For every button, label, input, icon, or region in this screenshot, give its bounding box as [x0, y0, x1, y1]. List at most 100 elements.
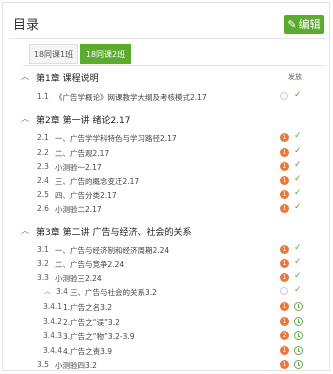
task-count-badge: 1	[280, 204, 289, 213]
task-count-badge: 1	[280, 317, 289, 326]
item-title: 二、广告观2.17	[55, 149, 110, 158]
item-number: 3.1	[37, 245, 49, 254]
task-count-badge: 1	[280, 302, 289, 311]
item-number: 2.4	[37, 176, 49, 185]
list-item[interactable]: 2.3 小测验一2.17 1 ✓	[3, 160, 331, 174]
header-divider	[9, 38, 327, 39]
check-icon[interactable]: ✓	[294, 271, 302, 281]
item-number: 2.6	[37, 204, 49, 213]
check-icon[interactable]: ✓	[294, 146, 302, 156]
status-empty-icon	[280, 92, 288, 100]
list-item[interactable]: 3.4.3 3.广告之“物”3.2-3.9 2	[3, 329, 331, 343]
item-title: 2.广告之“误”3.2	[63, 318, 120, 327]
chapter-title: 第2章 第一讲 绪论2.17	[36, 116, 131, 126]
task-count-badge: 1	[280, 162, 289, 171]
list-item[interactable]: 2.5 四、广告分类2.17 1 ✓	[3, 188, 331, 202]
task-count-badge: 1	[280, 176, 289, 185]
item-title: 三、广告的概念变迁2.17	[55, 177, 140, 186]
tabs-divider	[23, 65, 326, 66]
edit-button[interactable]: ✎ 编辑	[284, 15, 324, 34]
list-item[interactable]: 1.1 《广告学概论》网课教学大纲及考核模式2.17 ✓	[3, 90, 331, 104]
tab-class-2[interactable]: 18同课2班	[80, 44, 131, 64]
chapter-header: ︿ 第3章 第二讲 广告与经济、社会的关系	[3, 225, 331, 239]
list-item[interactable]: 2.2 二、广告观2.17 1 ✓	[3, 146, 331, 160]
chapter-title: 第3章 第二讲 广告与经济、社会的关系	[36, 228, 192, 238]
clock-icon[interactable]	[294, 317, 303, 326]
chevron-up-icon[interactable]: ︿	[21, 113, 31, 124]
list-item[interactable]: 3.5 小测验四3.2 1	[3, 358, 331, 372]
item-title: 3.广告之“物”3.2-3.9	[63, 332, 135, 341]
page-title: 目录	[13, 18, 40, 33]
task-count-badge: 1	[280, 245, 289, 254]
task-count-badge: 1	[280, 133, 289, 142]
check-icon[interactable]: ✓	[294, 160, 302, 170]
chapter-header: ︿ 第2章 第一讲 绪论2.17	[3, 113, 331, 127]
check-icon[interactable]: ✓	[294, 257, 302, 267]
task-count-badge: 1	[280, 346, 289, 355]
chapter-title: 第1章 课程说明	[36, 74, 99, 84]
item-title: 小测验三2.24	[55, 274, 102, 283]
task-count-badge: 1	[280, 190, 289, 199]
list-item[interactable]: 2.6 小测验二2.17 1 ✓	[3, 202, 331, 216]
list-item[interactable]: ︿ 3.4 三、广告与社会的关系3.2 ✓	[3, 285, 331, 299]
list-item[interactable]: 3.4.4 4.广告之责3.9 1	[3, 344, 331, 358]
list-item[interactable]: 3.2 二、广告与竞争2.24 1 ✓	[3, 257, 331, 271]
task-count-badge: 1	[280, 273, 289, 282]
check-icon[interactable]: ✓	[294, 202, 302, 212]
item-title: 1.广告之名3.2	[63, 303, 113, 312]
item-title: 四、广告分类2.17	[55, 191, 117, 200]
item-number: 3.4.3	[43, 331, 63, 340]
check-icon[interactable]: ✓	[294, 90, 302, 100]
check-icon[interactable]: ✓	[294, 285, 302, 295]
list-item[interactable]: 3.4.1 1.广告之名3.2 1	[3, 300, 331, 314]
item-number: 2.3	[37, 162, 49, 171]
item-title: 《广告学概论》网课教学大纲及考核模式2.17	[55, 93, 207, 102]
item-number: 3.5	[37, 360, 49, 369]
chevron-up-icon[interactable]: ︿	[21, 71, 31, 82]
item-title: 小测验一2.17	[55, 163, 102, 172]
item-number: 2.1	[37, 133, 49, 142]
clock-icon[interactable]	[294, 360, 303, 369]
tab-class-1[interactable]: 18同课1班	[29, 44, 78, 64]
check-icon[interactable]: ✓	[294, 188, 302, 198]
list-item[interactable]: 3.1 一、广告与经济制和经济周期2.24 1 ✓	[3, 243, 331, 257]
item-number: 1.1	[37, 92, 49, 101]
task-count-badge: 2	[280, 331, 289, 340]
chevron-up-icon[interactable]: ︿	[44, 286, 51, 296]
chevron-up-icon[interactable]: ︿	[21, 225, 31, 236]
item-title: 一、广告与经济制和经济周期2.24	[55, 246, 170, 255]
item-number: 3.4.1	[43, 302, 63, 311]
item-number: 3.3	[37, 273, 49, 282]
item-number: 2.2	[37, 148, 49, 157]
clock-icon[interactable]	[294, 331, 303, 340]
item-number: 2.5	[37, 190, 49, 199]
item-title: 二、广告与竞争2.24	[55, 260, 125, 269]
item-number: 3.4	[56, 287, 68, 296]
clock-icon[interactable]	[294, 346, 303, 355]
list-item[interactable]: 3.3 小测验三2.24 1 ✓	[3, 271, 331, 285]
task-count-badge: 1	[280, 259, 289, 268]
item-number: 3.2	[37, 259, 49, 268]
pencil-icon: ✎	[287, 18, 297, 31]
clock-icon[interactable]	[294, 302, 303, 311]
item-title: 4.广告之责3.9	[63, 347, 113, 356]
item-title: 一、广告学学科特色与学习路径2.17	[55, 134, 177, 143]
list-item[interactable]: 2.4 三、广告的概念变迁2.17 1 ✓	[3, 174, 331, 188]
edit-button-label: 编辑	[298, 18, 321, 31]
item-title: 小测验二2.17	[55, 205, 102, 214]
item-number: 3.4.4	[43, 346, 63, 355]
catalog-panel: 目录 ✎ 编辑 18同课1班 18同课2班 ︿ 第1章 课程说明 发放 1.1 《…	[2, 2, 330, 371]
chapter-header: ︿ 第1章 课程说明 发放	[3, 71, 331, 85]
list-item[interactable]: 2.1 一、广告学学科特色与学习路径2.17 1 ✓	[3, 131, 331, 145]
list-item[interactable]: 3.4.2 2.广告之“误”3.2 1	[3, 315, 331, 329]
task-count-badge: 1	[280, 360, 289, 369]
check-icon[interactable]: ✓	[294, 243, 302, 253]
status-empty-icon	[280, 287, 288, 295]
publish-column-label: 发放	[288, 73, 302, 81]
check-icon[interactable]: ✓	[294, 131, 302, 141]
task-count-badge: 1	[280, 148, 289, 157]
item-title: 小测验四3.2	[55, 361, 97, 370]
item-title: 三、广告与社会的关系3.2	[70, 288, 157, 297]
check-icon[interactable]: ✓	[294, 174, 302, 184]
item-number: 3.4.2	[43, 317, 63, 326]
